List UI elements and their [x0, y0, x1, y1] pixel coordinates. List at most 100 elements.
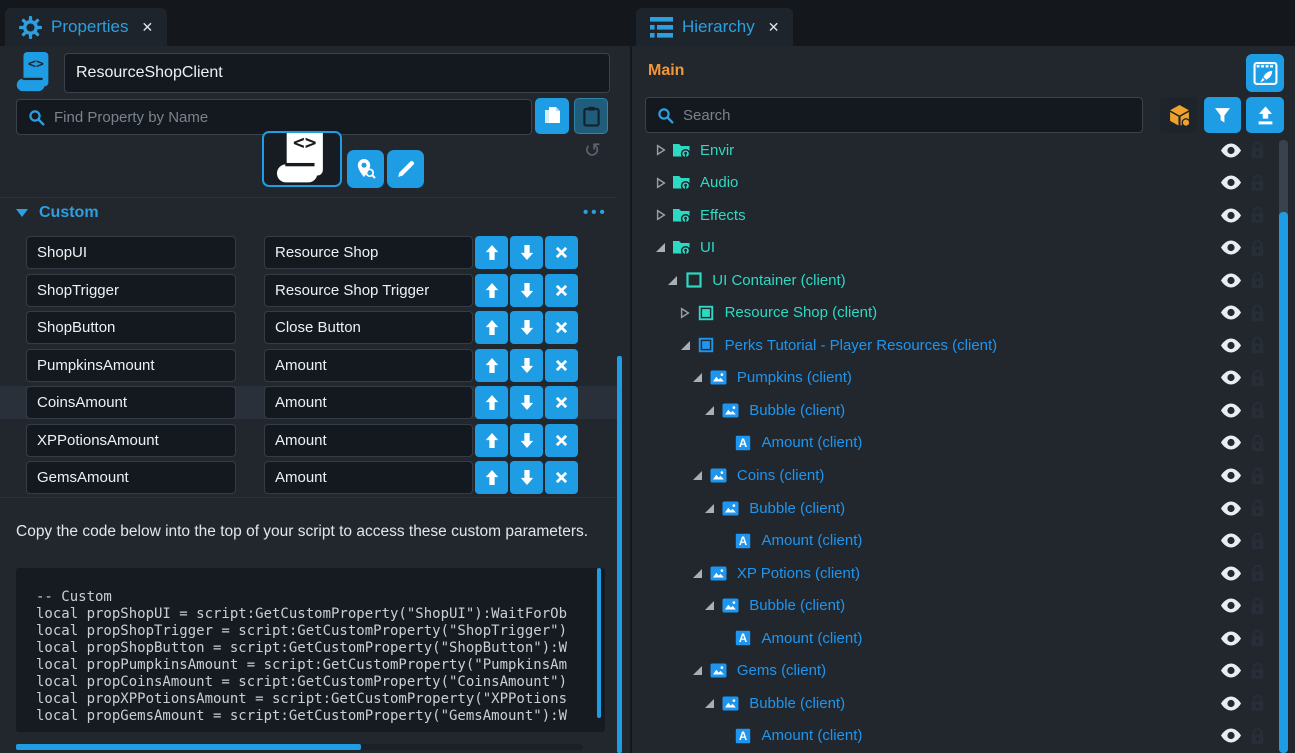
tree-row[interactable]: UI Container (client) [645, 264, 1267, 296]
tree-item-label[interactable]: Bubble (client) [749, 597, 845, 614]
property-name-field[interactable]: ShopTrigger [26, 274, 236, 307]
lock-icon[interactable] [1250, 336, 1265, 354]
property-value-field[interactable]: Close Button [264, 311, 473, 344]
move-up-button[interactable] [475, 386, 508, 419]
tree-row[interactable]: Bubble (client) [645, 590, 1267, 622]
custom-section-header[interactable]: Custom [16, 204, 99, 222]
property-value-field[interactable]: Resource Shop [264, 236, 473, 269]
property-value-field[interactable]: Amount [264, 349, 473, 382]
lock-icon[interactable] [1250, 694, 1265, 712]
move-up-button[interactable] [475, 274, 508, 307]
eye-icon[interactable] [1220, 631, 1242, 646]
tree-row[interactable]: Audio [645, 167, 1267, 199]
code-horizontal-scrollbar-thumb[interactable] [16, 744, 361, 750]
collapse-arrow-icon[interactable] [680, 340, 691, 351]
eye-icon[interactable] [1220, 175, 1242, 190]
move-up-button[interactable] [475, 424, 508, 457]
lock-icon[interactable] [1250, 369, 1265, 387]
collapse-triangle-icon[interactable] [16, 209, 28, 217]
lock-icon[interactable] [1250, 532, 1265, 550]
property-name-field[interactable]: ShopUI [26, 236, 236, 269]
lock-icon[interactable] [1250, 597, 1265, 615]
property-name-field[interactable]: ShopButton [26, 311, 236, 344]
expand-arrow-icon[interactable] [655, 177, 666, 189]
property-value-field[interactable]: Amount [264, 461, 473, 494]
eye-icon[interactable] [1220, 435, 1242, 450]
hierarchy-search-input[interactable]: Search [645, 97, 1143, 133]
collapse-arrow-icon[interactable] [667, 275, 678, 286]
tree-row[interactable]: AAmount (client) [645, 622, 1267, 654]
collapse-arrow-icon[interactable] [692, 372, 703, 383]
close-icon[interactable]: ✕ [768, 19, 780, 36]
reset-icon[interactable]: ↺ [584, 138, 601, 162]
property-name-field[interactable]: CoinsAmount [26, 386, 236, 419]
tab-hierarchy[interactable]: Hierarchy ✕ [636, 8, 793, 46]
eye-icon[interactable] [1220, 273, 1242, 288]
tree-row[interactable]: Bubble (client) [645, 687, 1267, 719]
move-down-button[interactable] [510, 461, 543, 494]
filter-button[interactable] [1204, 97, 1241, 133]
eye-icon[interactable] [1220, 501, 1242, 516]
move-down-button[interactable] [510, 386, 543, 419]
tree-row[interactable]: Resource Shop (client) [645, 297, 1267, 329]
expand-arrow-icon[interactable] [680, 307, 691, 319]
collapse-arrow-icon[interactable] [655, 242, 666, 253]
delete-property-button[interactable] [545, 274, 578, 307]
lock-icon[interactable] [1250, 727, 1265, 745]
lock-icon[interactable] [1250, 239, 1265, 257]
tree-item-label[interactable]: Audio [700, 174, 738, 191]
tree-item-label[interactable]: Bubble (client) [749, 695, 845, 712]
tree-item-label[interactable]: Pumpkins (client) [737, 369, 852, 386]
find-in-scene-button[interactable] [347, 150, 384, 188]
eye-icon[interactable] [1220, 598, 1242, 613]
tree-row[interactable]: Perks Tutorial - Player Resources (clien… [645, 329, 1267, 361]
tree-row[interactable]: Bubble (client) [645, 492, 1267, 524]
eye-icon[interactable] [1220, 728, 1242, 743]
move-down-button[interactable] [510, 274, 543, 307]
code-vertical-scrollbar[interactable] [597, 568, 601, 718]
tree-item-label[interactable]: Bubble (client) [749, 500, 845, 517]
tree-item-label[interactable]: Amount (client) [762, 630, 863, 647]
tree-item-label[interactable]: Resource Shop (client) [725, 304, 878, 321]
expand-arrow-icon[interactable] [655, 209, 666, 221]
eye-icon[interactable] [1220, 208, 1242, 223]
tree-item-label[interactable]: Perks Tutorial - Player Resources (clien… [725, 337, 998, 354]
eye-icon[interactable] [1220, 696, 1242, 711]
collapse-arrow-icon[interactable] [704, 698, 715, 709]
lock-icon[interactable] [1250, 564, 1265, 582]
launch-preview-button[interactable] [1246, 54, 1284, 92]
tree-item-label[interactable]: Envir [700, 142, 734, 159]
paste-properties-button[interactable] [574, 98, 608, 134]
tree-item-label[interactable]: Amount (client) [762, 532, 863, 549]
property-name-field[interactable]: GemsAmount [26, 461, 236, 494]
eye-icon[interactable] [1220, 370, 1242, 385]
tree-row[interactable]: Envir [645, 140, 1267, 166]
hierarchy-scrollbar-track[interactable] [1279, 140, 1288, 753]
move-down-button[interactable] [510, 311, 543, 344]
delete-property-button[interactable] [545, 461, 578, 494]
property-value-field[interactable]: Amount [264, 386, 473, 419]
close-icon[interactable]: ✕ [141, 19, 153, 36]
expand-arrow-icon[interactable] [655, 144, 666, 156]
eye-icon[interactable] [1220, 468, 1242, 483]
tree-row[interactable]: Gems (client) [645, 655, 1267, 687]
tree-row[interactable]: Bubble (client) [645, 394, 1267, 426]
tree-row[interactable]: XP Potions (client) [645, 557, 1267, 589]
move-up-button[interactable] [475, 311, 508, 344]
move-down-button[interactable] [510, 349, 543, 382]
tree-row[interactable]: AAmount (client) [645, 720, 1267, 752]
tab-properties[interactable]: Properties ✕ [5, 8, 167, 46]
properties-panel-scrollbar[interactable] [617, 356, 622, 753]
delete-property-button[interactable] [545, 311, 578, 344]
property-name-field[interactable]: PumpkinsAmount [26, 349, 236, 382]
eye-icon[interactable] [1220, 403, 1242, 418]
eye-icon[interactable] [1220, 305, 1242, 320]
tree-row[interactable]: UI [645, 232, 1267, 264]
eye-icon[interactable] [1220, 338, 1242, 353]
eye-icon[interactable] [1220, 663, 1242, 678]
collapse-arrow-icon[interactable] [692, 568, 703, 579]
import-button[interactable] [1246, 97, 1284, 133]
eye-icon[interactable] [1220, 566, 1242, 581]
delete-property-button[interactable] [545, 236, 578, 269]
eye-icon[interactable] [1220, 240, 1242, 255]
